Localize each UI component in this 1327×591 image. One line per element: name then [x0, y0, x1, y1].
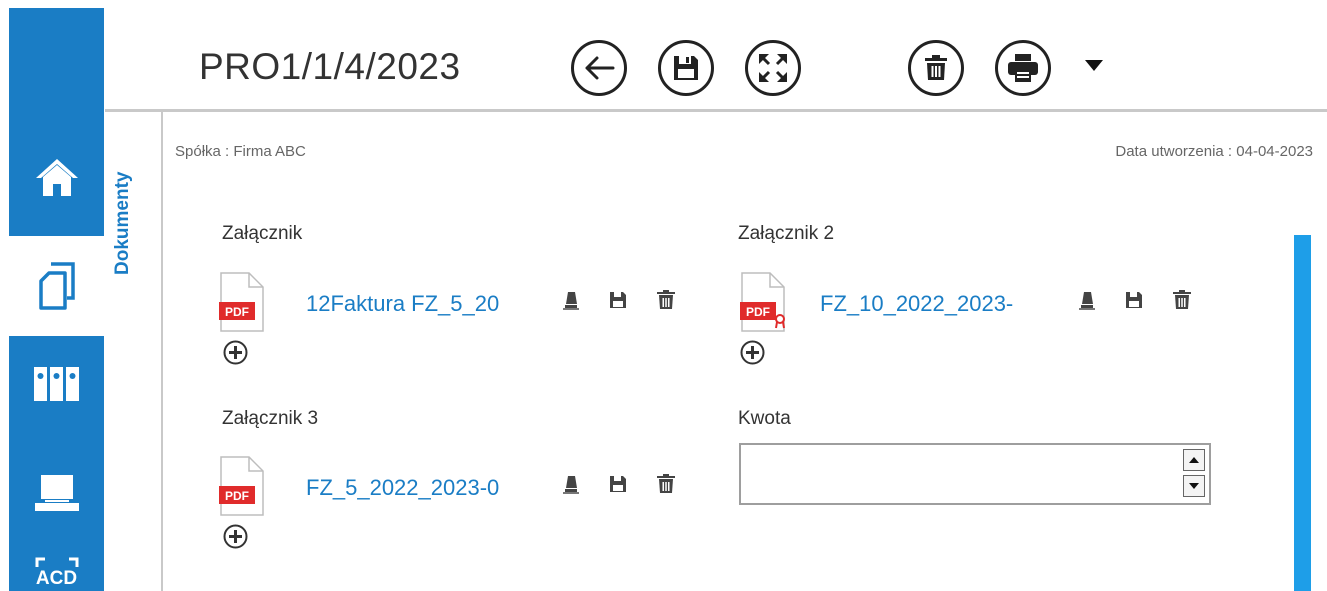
panel-left-border	[161, 112, 163, 591]
nav-binders[interactable]	[9, 338, 104, 428]
attachment-3-file-link[interactable]: FZ_5_2022_2023-0	[306, 475, 499, 501]
attachment-3-add-button[interactable]	[223, 524, 248, 549]
amount-increment-button[interactable]	[1183, 449, 1205, 471]
sign-icon	[563, 292, 579, 310]
binders-icon	[33, 367, 79, 401]
attachment-3-label: Załącznik 3	[222, 408, 319, 429]
vertical-scrollbar[interactable]	[1294, 235, 1311, 591]
attachment-3-save-button[interactable]	[608, 473, 628, 495]
arrow-down-icon	[1189, 483, 1199, 489]
print-dropdown-caret-icon[interactable]	[1085, 60, 1103, 71]
back-button[interactable]	[571, 40, 627, 96]
amount-decrement-button[interactable]	[1183, 475, 1205, 497]
svg-text:PDF: PDF	[225, 489, 249, 503]
attachment-3-sign-button[interactable]	[561, 473, 581, 495]
attachment-1-file-link[interactable]: 12Faktura FZ_5_20	[306, 291, 499, 317]
trash-icon	[657, 474, 675, 493]
attachment-2-sign-button[interactable]	[1077, 289, 1097, 311]
panel-top-border	[105, 109, 1327, 112]
documents-icon	[38, 262, 75, 310]
attachment-1-add-button[interactable]	[223, 340, 248, 365]
company-label: Spółka : Firma ABC	[175, 143, 306, 160]
pdf-file-icon: PDF	[219, 456, 264, 516]
fullscreen-icon	[759, 54, 787, 82]
nav-scanner[interactable]	[9, 448, 104, 538]
save-button[interactable]	[658, 40, 714, 96]
save-icon	[674, 56, 698, 80]
sign-icon	[1079, 292, 1095, 310]
attachment-3-delete-button[interactable]	[656, 473, 676, 495]
save-icon	[610, 292, 626, 308]
created-date-label: Data utworzenia : 04-04-2023	[1115, 143, 1313, 160]
nav-documents[interactable]	[9, 236, 104, 336]
nav-ocr-acd[interactable]: ACD	[9, 548, 104, 591]
attachment-2-file-link[interactable]: FZ_10_2022_2023-	[820, 291, 1013, 317]
attachment-1-save-button[interactable]	[608, 289, 628, 311]
home-icon	[35, 159, 78, 196]
trash-icon	[1173, 290, 1191, 309]
attachment-1-delete-button[interactable]	[656, 289, 676, 311]
delete-button[interactable]	[908, 40, 964, 96]
pdf-signed-file-icon: PDF	[740, 272, 785, 332]
page-title: PRO1/1/4/2023	[199, 46, 461, 87]
amount-label: Kwota	[738, 408, 791, 429]
tab-dokumenty[interactable]: Dokumenty	[112, 172, 134, 275]
ocr-acd-icon	[35, 557, 78, 567]
amount-field	[739, 443, 1211, 505]
left-nav: ACD	[9, 8, 104, 591]
attachment-1-label: Załącznik	[222, 223, 303, 244]
save-icon	[1126, 292, 1142, 308]
sign-icon	[563, 476, 579, 494]
back-icon	[585, 56, 615, 80]
scanner-icon	[34, 475, 79, 511]
save-icon	[610, 476, 626, 492]
attachment-2-label: Załącznik 2	[738, 223, 835, 244]
fullscreen-button[interactable]	[745, 40, 801, 96]
attachment-2-add-button[interactable]	[740, 340, 765, 365]
attachment-1-sign-button[interactable]	[561, 289, 581, 311]
pdf-file-icon: PDF	[219, 272, 264, 332]
attachment-2-save-button[interactable]	[1124, 289, 1144, 311]
trash-icon	[657, 290, 675, 309]
svg-text:PDF: PDF	[225, 305, 249, 319]
print-button[interactable]	[995, 40, 1051, 96]
arrow-up-icon	[1189, 457, 1199, 463]
attachment-2-delete-button[interactable]	[1172, 289, 1192, 311]
print-icon	[1008, 54, 1038, 82]
amount-input[interactable]	[741, 445, 1171, 503]
svg-text:PDF: PDF	[746, 305, 770, 319]
nav-home[interactable]	[9, 118, 104, 236]
delete-icon	[925, 55, 947, 80]
ocr-acd-label: ACD	[35, 568, 78, 589]
